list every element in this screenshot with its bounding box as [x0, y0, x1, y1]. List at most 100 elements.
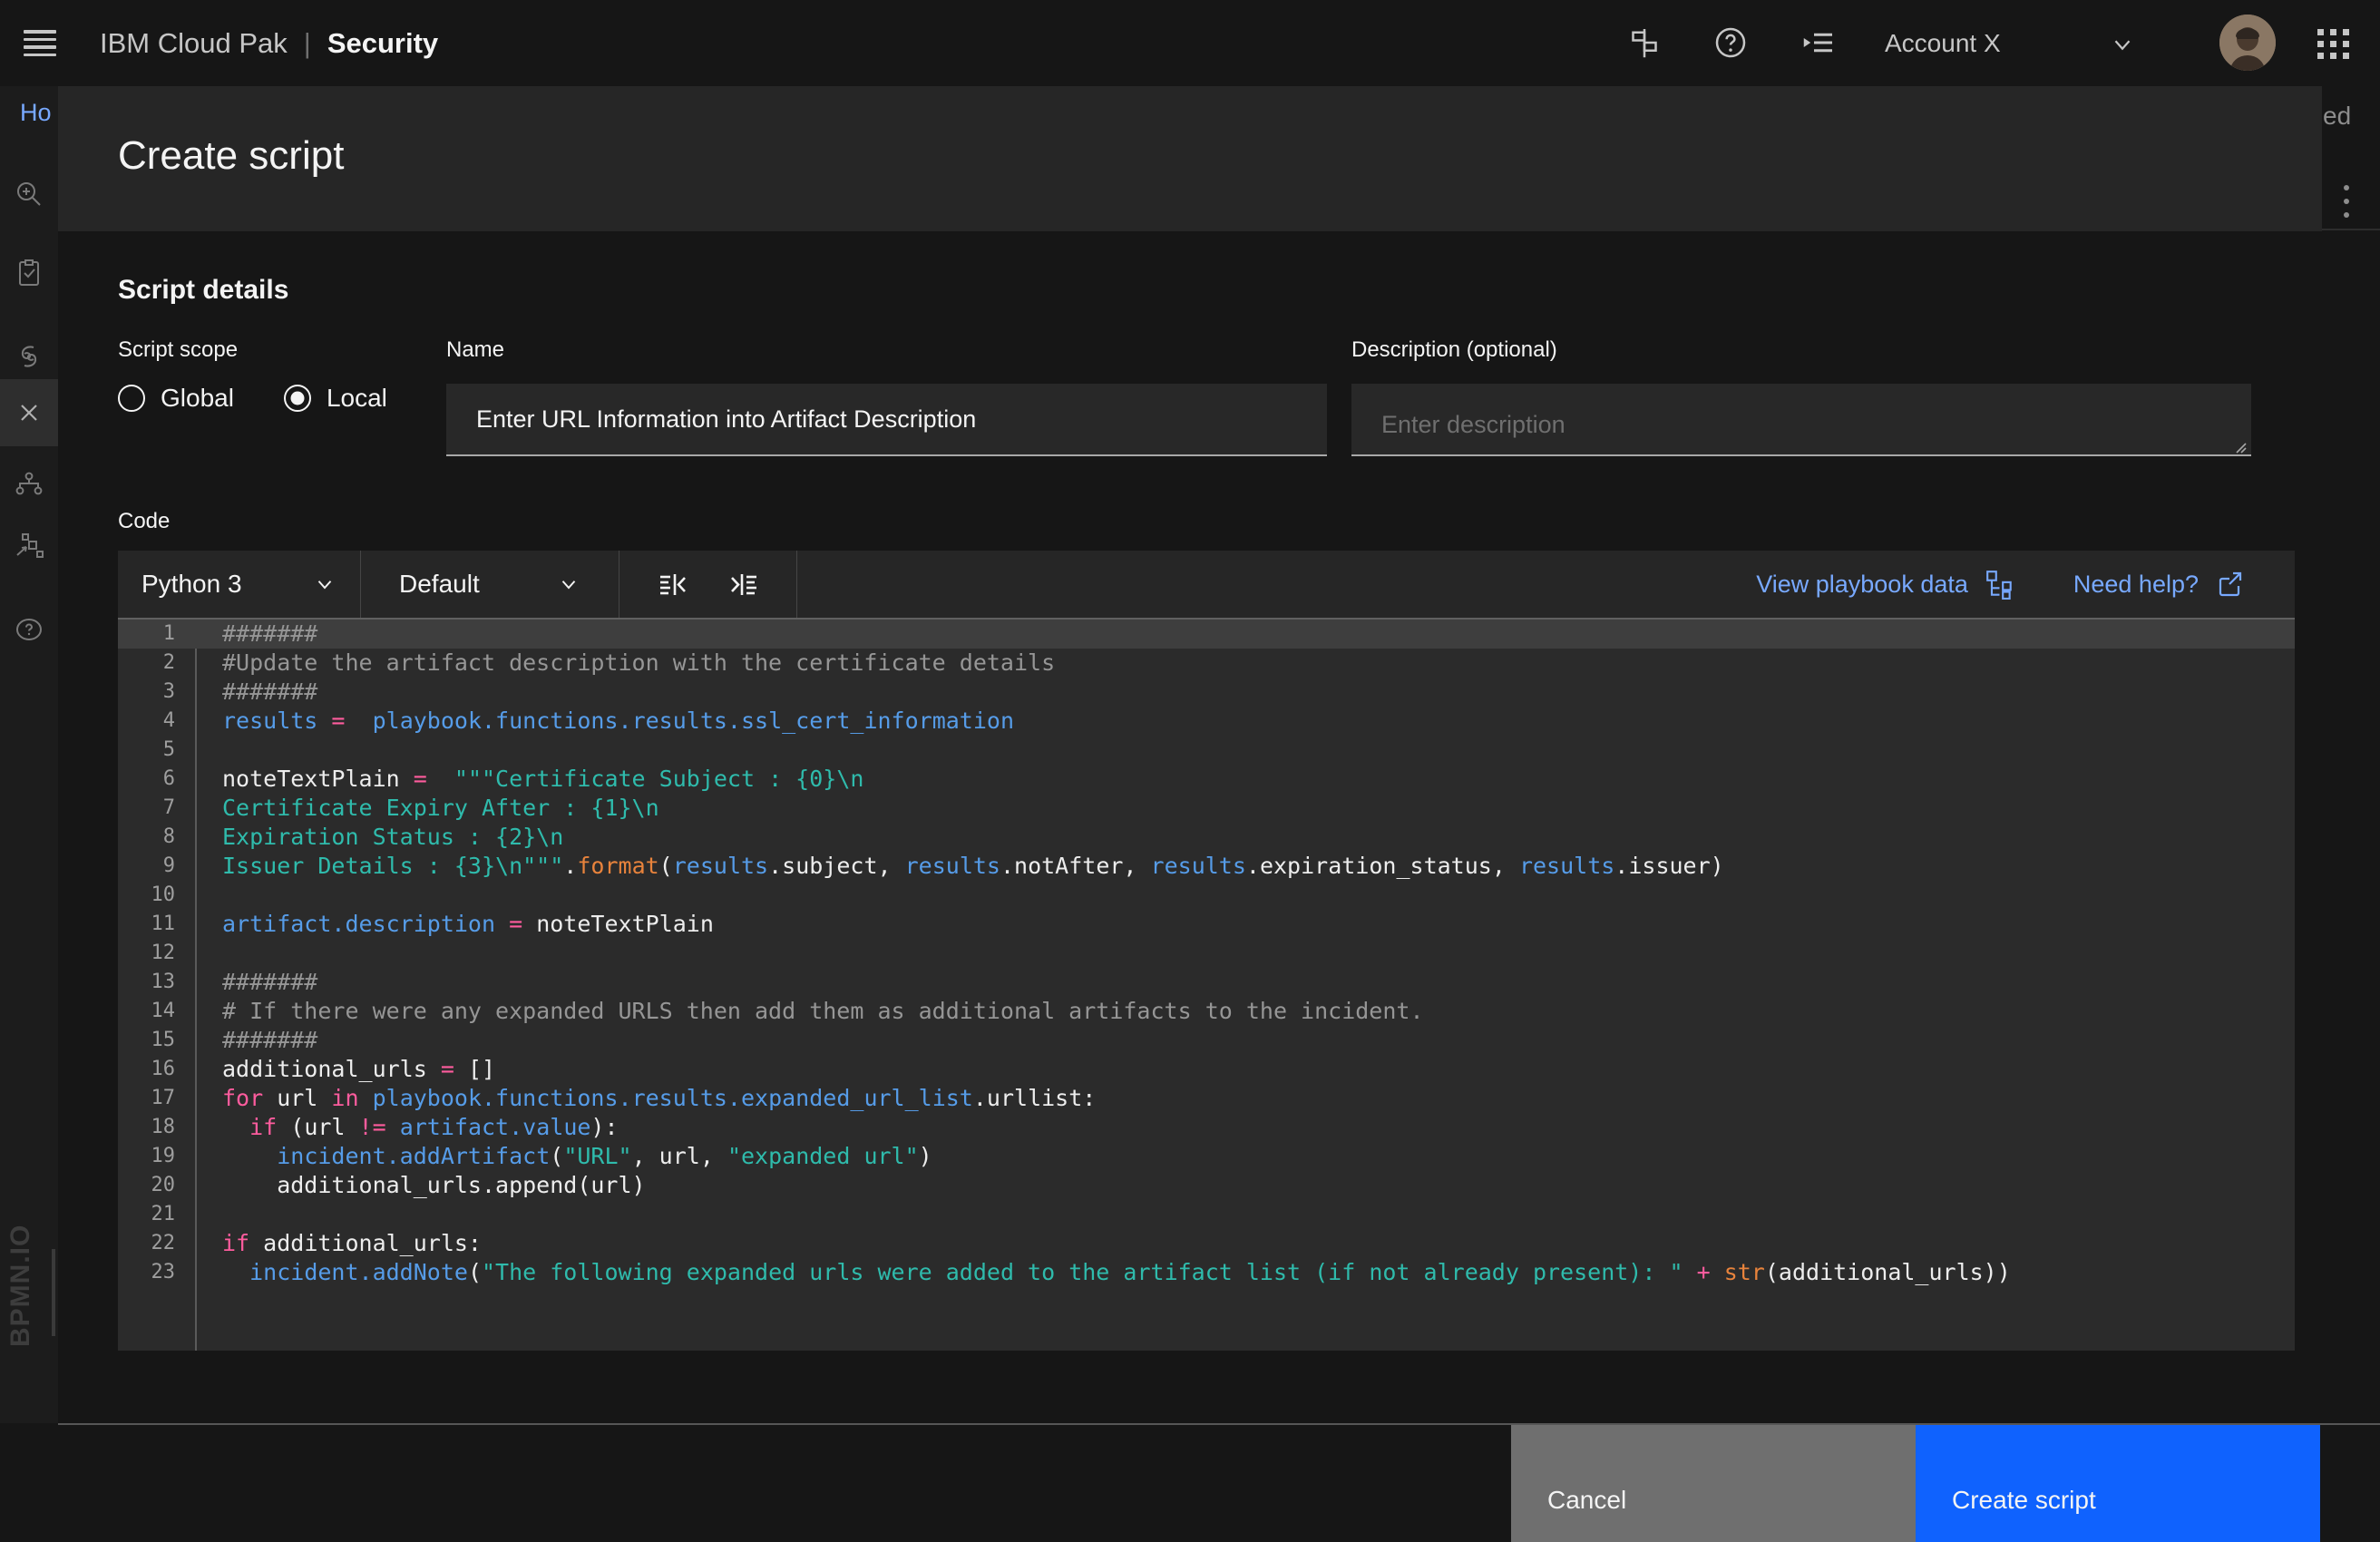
view-playbook-data-label: View playbook data: [1756, 571, 1968, 599]
language-dropdown[interactable]: Python 3: [118, 551, 361, 618]
code-line-20[interactable]: 20 additional_urls.append(url): [118, 1171, 2295, 1200]
line-number: 9: [118, 852, 175, 881]
line-number: 5: [118, 736, 175, 765]
code-line-3[interactable]: 3#######: [118, 678, 2295, 707]
code-line-10[interactable]: 10: [118, 881, 2295, 910]
code-text: # If there were any expanded URLS then a…: [222, 997, 1424, 1026]
code-editor[interactable]: 1#######2 #Update the artifact descriptio…: [118, 618, 2295, 1351]
sidebar-item-selected[interactable]: [0, 379, 58, 446]
scrollbar-thumb[interactable]: [52, 1249, 55, 1336]
code-line-11[interactable]: 11artifact.description = noteTextPlain: [118, 910, 2295, 939]
data-flow-icon[interactable]: [15, 531, 44, 560]
code-text: #######: [222, 678, 317, 707]
line-number: 8: [118, 823, 175, 852]
name-input[interactable]: [446, 384, 1327, 456]
radio-local[interactable]: Local: [284, 384, 387, 413]
line-number: 20: [118, 1171, 175, 1200]
name-label: Name: [446, 337, 504, 363]
code-lines: 1#######2 #Update the artifact descriptio…: [118, 620, 2295, 1287]
code-text: incident.addArtifact("URL", url, "expand…: [222, 1142, 932, 1171]
line-number: 16: [118, 1055, 175, 1084]
line-number: 2: [118, 649, 175, 678]
code-text: if (url != artifact.value):: [222, 1113, 619, 1142]
code-text: additional_urls.append(url): [222, 1171, 646, 1200]
code-text: if additional_urls:: [222, 1229, 482, 1258]
outdent-icon[interactable]: [654, 566, 690, 602]
code-line-6[interactable]: 6noteTextPlain = """Certificate Subject …: [118, 765, 2295, 794]
view-playbook-data-link[interactable]: View playbook data: [1756, 569, 2015, 600]
line-number: 19: [118, 1142, 175, 1171]
task-list-icon[interactable]: [1800, 24, 1837, 61]
launch-icon: [2215, 570, 2244, 599]
code-line-2[interactable]: 2 #Update the artifact description with t…: [118, 649, 2295, 678]
app-root: IBM Cloud Pak | Security Account X: [0, 0, 2380, 1542]
line-number: 14: [118, 997, 175, 1026]
language-dropdown-value: Python 3: [141, 570, 313, 599]
cancel-button[interactable]: Cancel: [1511, 1425, 1916, 1542]
code-line-4[interactable]: 4results = playbook.functions.results.ss…: [118, 707, 2295, 736]
code-line-7[interactable]: 7Certificate Expiry After : {1}\n: [118, 794, 2295, 823]
language-chevron-icon: [313, 572, 337, 596]
code-line-15[interactable]: 15#######: [118, 1026, 2295, 1055]
avatar[interactable]: [2219, 15, 2276, 71]
code-line-23[interactable]: 23 incident.addNote("The following expan…: [118, 1258, 2295, 1287]
radio-local-circle[interactable]: [284, 385, 311, 412]
code-line-1[interactable]: 1#######: [118, 620, 2295, 649]
code-line-17[interactable]: 17for url in playbook.functions.results.…: [118, 1084, 2295, 1113]
radio-global-circle[interactable]: [118, 385, 145, 412]
code-line-22[interactable]: 22if additional_urls:: [118, 1229, 2295, 1258]
hierarchy-icon[interactable]: [15, 470, 44, 499]
template-dropdown-value: Default: [399, 570, 557, 599]
code-line-18[interactable]: 18 if (url != artifact.value):: [118, 1113, 2295, 1142]
indent-icon[interactable]: [727, 566, 763, 602]
hamburger-menu-icon[interactable]: [24, 30, 56, 56]
clipboard-check-icon[interactable]: [15, 259, 44, 288]
template-dropdown[interactable]: Default: [361, 551, 619, 618]
code-line-5[interactable]: 5: [118, 736, 2295, 765]
brand-separator: |: [304, 27, 311, 60]
code-text: #Update the artifact description with th…: [222, 649, 1055, 678]
app-title: IBM Cloud Pak | Security: [100, 0, 438, 86]
indent-controls: [619, 551, 797, 618]
need-help-label: Need help?: [2073, 571, 2199, 599]
code-line-8[interactable]: 8Expiration Status : {2}\n: [118, 823, 2295, 852]
radio-global[interactable]: Global: [118, 384, 234, 413]
code-text: additional_urls = []: [222, 1055, 495, 1084]
search-icon[interactable]: [15, 180, 44, 209]
sidebar-item-home[interactable]: Ho: [20, 99, 56, 127]
code-toolbar: Python 3 Default: [118, 551, 2295, 618]
code-line-16[interactable]: 16 additional_urls = []: [118, 1055, 2295, 1084]
scope-radio-group: Global Local: [118, 384, 387, 413]
modal-header: Create script: [58, 86, 2322, 231]
code-line-12[interactable]: 12: [118, 939, 2295, 968]
account-label: Account X: [1885, 29, 2001, 58]
overflow-menu-icon[interactable]: [2344, 185, 2351, 226]
code-label: Code: [118, 509, 170, 534]
template-chevron-icon: [557, 572, 580, 596]
create-script-button[interactable]: Create script: [1916, 1425, 2320, 1542]
line-number: 12: [118, 939, 175, 968]
close-icon[interactable]: [15, 398, 44, 427]
account-selector[interactable]: Account X: [1885, 0, 2001, 86]
app-switcher-icon[interactable]: [2316, 25, 2352, 62]
line-number: 17: [118, 1084, 175, 1113]
bpmn-watermark: BPMN.IO: [5, 1247, 36, 1347]
code-line-13[interactable]: 13#######: [118, 968, 2295, 997]
code-line-19[interactable]: 19 incident.addArtifact("URL", url, "exp…: [118, 1142, 2295, 1171]
signpost-icon[interactable]: [1626, 24, 1663, 61]
chevron-down-icon[interactable]: [2109, 31, 2145, 67]
help-icon[interactable]: [1712, 24, 1749, 61]
line-number: 11: [118, 910, 175, 939]
sidebar-help-icon[interactable]: [15, 615, 44, 644]
brand-name: IBM Cloud Pak: [100, 27, 288, 60]
code-text: #######: [222, 1026, 317, 1055]
code-line-21[interactable]: 21: [118, 1200, 2295, 1229]
code-line-14[interactable]: 14 # If there were any expanded URLS then…: [118, 997, 2295, 1026]
description-label: Description (optional): [1351, 337, 1557, 363]
need-help-link[interactable]: Need help?: [2073, 570, 2244, 599]
code-line-9[interactable]: 9Issuer Details : {3}\n""".format(result…: [118, 852, 2295, 881]
description-textarea[interactable]: [1351, 384, 2251, 456]
functions-icon[interactable]: [15, 342, 44, 371]
tree-view-icon: [1985, 569, 2015, 600]
code-text: results = playbook.functions.results.ssl…: [222, 707, 1014, 736]
